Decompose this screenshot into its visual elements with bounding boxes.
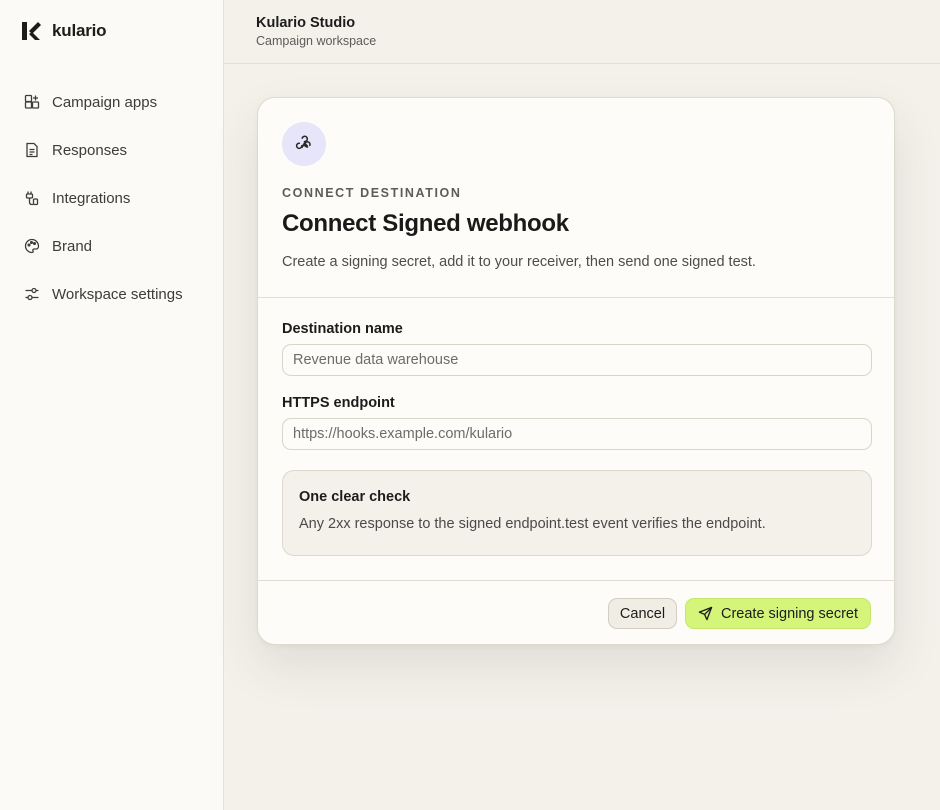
sidebar-item-responses[interactable]: Responses — [0, 126, 223, 174]
cancel-button-label: Cancel — [619, 605, 666, 622]
send-icon — [698, 606, 713, 621]
brand-name: kulario — [52, 21, 107, 40]
workspace-title: Kulario Studio — [256, 15, 356, 31]
sidebar-item-brand[interactable]: Brand — [0, 222, 223, 270]
sidebar-item-workspace-settings[interactable]: Workspace settings — [0, 270, 223, 318]
create-signing-secret-label: Create signing secret — [720, 605, 858, 622]
sidebar: kulario Campaign apps Responses Integrat… — [0, 0, 224, 810]
workspace-subtitle: Campaign workspace — [256, 34, 377, 48]
destination-name-input[interactable] — [282, 344, 872, 376]
document-icon — [26, 142, 38, 158]
grid-plus-icon — [24, 94, 40, 109]
https-endpoint-input[interactable] — [282, 418, 872, 450]
https-endpoint-label: HTTPS endpoint — [282, 395, 395, 411]
sidebar-item-label: Campaign apps — [52, 93, 158, 111]
create-signing-secret-button[interactable]: Create signing secret — [685, 598, 871, 629]
dialog-body: Destination name HTTPS endpoint One clea… — [258, 298, 894, 581]
sidebar-nav: Campaign apps Responses Integrations Bra… — [0, 78, 223, 318]
sidebar-item-integrations[interactable]: Integrations — [0, 174, 223, 222]
dialog-description: Create a signing secret, add it to your … — [282, 254, 756, 270]
check-title: One clear check — [299, 489, 411, 505]
sidebar-item-campaign-apps[interactable]: Campaign apps — [0, 78, 223, 126]
connect-destination-dialog: CONNECT DESTINATION Connect Signed webho… — [257, 97, 895, 645]
sidebar-item-label: Workspace settings — [52, 285, 183, 303]
dialog-eyebrow: CONNECT DESTINATION — [282, 186, 462, 200]
palette-icon — [24, 238, 40, 254]
sidebar-item-label: Responses — [52, 141, 128, 159]
dialog-title: Connect Signed webhook — [282, 210, 569, 237]
webhook-icon — [295, 135, 311, 150]
verification-check-panel: One clear check Any 2xx response to the … — [282, 470, 872, 556]
dialog-footer: Cancel Create signing secret — [258, 581, 894, 644]
plug-icon — [25, 191, 39, 206]
sidebar-item-label: Integrations — [52, 189, 131, 207]
check-text: Any 2xx response to the signed endpoint.… — [299, 516, 766, 532]
top-header: Kulario Studio Campaign workspace — [224, 0, 940, 64]
kulario-logo-icon — [22, 22, 41, 40]
dialog-header: CONNECT DESTINATION Connect Signed webho… — [258, 98, 894, 298]
brand[interactable]: kulario — [20, 20, 107, 42]
webhook-badge — [282, 122, 326, 166]
destination-name-label: Destination name — [282, 321, 403, 337]
sidebar-item-label: Brand — [52, 237, 93, 255]
sliders-icon — [25, 287, 39, 301]
cancel-button[interactable]: Cancel — [608, 598, 677, 629]
